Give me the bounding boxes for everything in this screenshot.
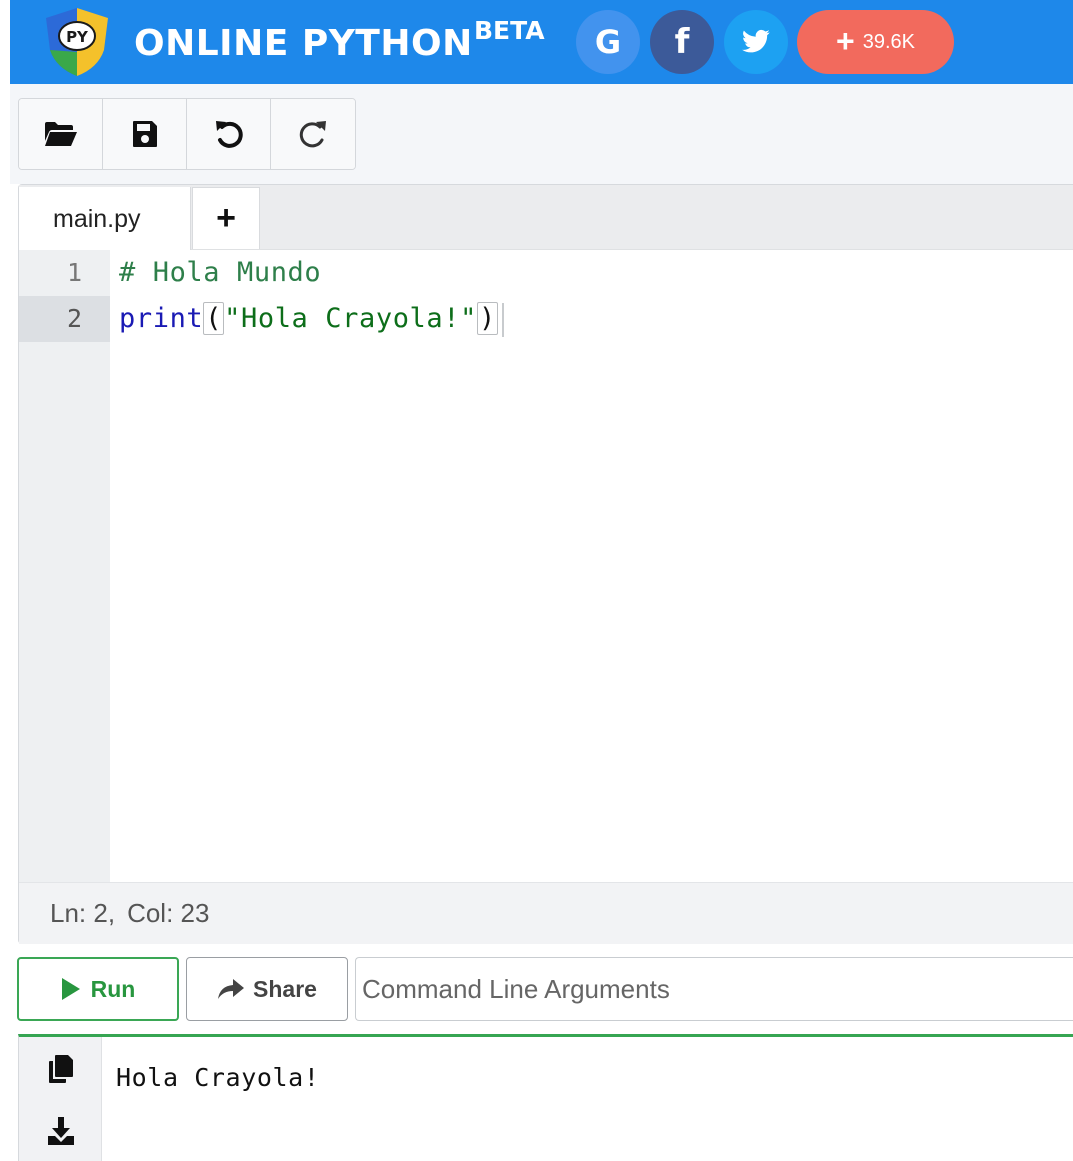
download-icon (48, 1117, 74, 1145)
google-share-button[interactable]: G (576, 10, 640, 74)
open-folder-icon (44, 122, 77, 146)
line-number-active: 2 (19, 296, 110, 342)
code-keyword: print (119, 303, 204, 334)
plus-icon: + (836, 22, 855, 59)
open-file-button[interactable] (19, 99, 103, 169)
save-icon (132, 121, 157, 147)
cursor-column: Col: 23 (127, 898, 210, 928)
facebook-icon: f (674, 22, 690, 62)
command-line-arguments-input[interactable] (355, 957, 1073, 1021)
undo-icon (215, 121, 243, 148)
undo-button[interactable] (187, 99, 271, 169)
output-sidebar (19, 1037, 102, 1161)
cursor-line: Ln: 2, (50, 898, 116, 928)
code-line-1[interactable]: # Hola Mundo (119, 250, 321, 296)
code-open-paren: ( (203, 302, 225, 335)
redo-icon (299, 121, 326, 148)
share-label: Share (253, 975, 317, 1002)
code-text-area[interactable]: # Hola Mundo print("Hola Crayola!") (110, 250, 1073, 882)
beta-badge: BETA (474, 16, 545, 45)
code-close-paren: ) (476, 302, 498, 335)
code-comment: # Hola Mundo (119, 257, 322, 288)
code-line-2[interactable]: print("Hola Crayola!") (119, 296, 504, 342)
app-title[interactable]: ONLINE PYTHON (134, 22, 473, 66)
output-panel: Hola Crayola! (18, 1034, 1073, 1161)
save-file-button[interactable] (103, 99, 187, 169)
line-number: 1 (66, 258, 82, 287)
copy-output-button[interactable] (45, 1053, 77, 1085)
code-editor: main.py + 1 2 # Hola Mundo print("Hola C… (18, 184, 1073, 944)
google-icon: G (594, 23, 622, 61)
play-icon (61, 978, 80, 1000)
twitter-icon (742, 29, 770, 53)
share-arrow-icon (218, 979, 245, 999)
facebook-share-button[interactable]: f (650, 10, 714, 74)
tab-main-py[interactable]: main.py (19, 187, 191, 251)
download-output-button[interactable] (45, 1115, 77, 1147)
share-button[interactable]: Share (186, 957, 348, 1021)
editor-status-bar: Ln: 2, Col: 23 (19, 882, 1073, 944)
redo-button[interactable] (271, 99, 355, 169)
line-number-gutter: 1 2 (19, 250, 110, 882)
text-cursor (501, 302, 504, 337)
code-string: "Hola Crayola!" (224, 303, 477, 334)
program-output: Hola Crayola! (116, 1063, 320, 1092)
twitter-share-button[interactable] (724, 10, 788, 74)
svg-text:PY: PY (66, 28, 89, 46)
copy-icon (49, 1055, 73, 1083)
share-count: 39.6K (862, 30, 915, 53)
add-tab-button[interactable]: + (192, 187, 260, 249)
share-count-button[interactable]: + 39.6K (797, 10, 954, 74)
run-label: Run (90, 975, 136, 1002)
plus-icon: + (216, 199, 236, 237)
run-button[interactable]: Run (17, 957, 179, 1021)
python-shield-logo[interactable]: PY (42, 6, 112, 78)
app-header: PY ONLINE PYTHON BETA G f + 39.6K (10, 0, 1073, 84)
file-tabs: main.py + (19, 185, 1073, 251)
file-toolbar (18, 98, 356, 170)
